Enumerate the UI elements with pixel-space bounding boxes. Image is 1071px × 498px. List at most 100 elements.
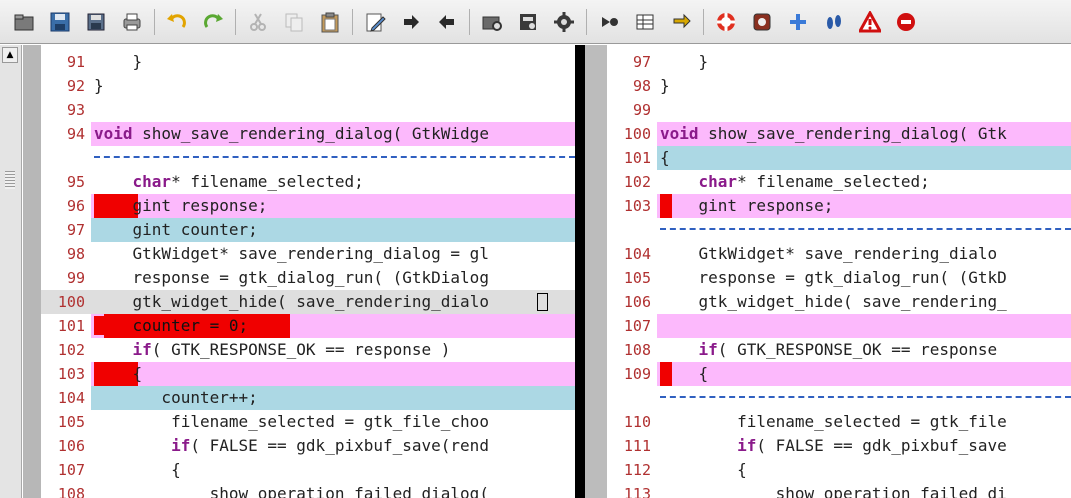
code-text[interactable]: { bbox=[660, 458, 747, 482]
right-line[interactable]: 101{ bbox=[607, 146, 1071, 170]
right-line[interactable]: 108 if( GTK_RESPONSE_OK == response bbox=[607, 338, 1071, 362]
code-text[interactable]: GtkWidget* save_rendering_dialog = gl bbox=[94, 242, 489, 266]
left-file-pane[interactable]: 91 } 92} 93 94 void show_save_rendering_dial… bbox=[41, 50, 575, 498]
left-line[interactable]: 93 bbox=[41, 98, 575, 122]
right-line[interactable]: 110 filename_selected = gtk_file bbox=[607, 410, 1071, 434]
open-folder-button[interactable] bbox=[11, 9, 37, 35]
code-text[interactable]: filename_selected = gtk_file_choo bbox=[94, 410, 489, 434]
left-line[interactable]: 92} bbox=[41, 74, 575, 98]
left-line[interactable]: 99 response = gtk_dialog_run( (GtkDialog bbox=[41, 266, 575, 290]
pane-splitter[interactable] bbox=[575, 45, 585, 498]
right-line[interactable]: 103 gint response; bbox=[607, 194, 1071, 218]
code-text[interactable]: } bbox=[94, 74, 104, 98]
help-button[interactable] bbox=[713, 9, 739, 35]
vertical-scrollbar[interactable]: ▲ bbox=[0, 45, 22, 498]
code-text[interactable]: { bbox=[660, 362, 709, 386]
footprints-button[interactable] bbox=[821, 9, 847, 35]
right-file-pane[interactable]: 97 } 98} 99 100 void show_save_rendering_dia… bbox=[607, 50, 1071, 498]
left-line[interactable]: 95 char* filename_selected; bbox=[41, 170, 575, 194]
add-button[interactable] bbox=[785, 9, 811, 35]
left-line[interactable]: 100 gtk_widget_hide( save_rendering_dial… bbox=[41, 290, 575, 314]
left-line[interactable]: 91 } bbox=[41, 50, 575, 74]
left-line[interactable]: 104 counter++; bbox=[41, 386, 575, 410]
code-text[interactable]: gint response; bbox=[94, 194, 268, 218]
left-line[interactable]: 103 { bbox=[41, 362, 575, 386]
code-text[interactable]: char* filename_selected; bbox=[660, 170, 930, 194]
scroll-up-arrow-icon[interactable]: ▲ bbox=[2, 47, 18, 63]
code-text[interactable]: { bbox=[94, 362, 143, 386]
code-text[interactable]: gint response; bbox=[660, 194, 834, 218]
code-text[interactable]: if( GTK_RESPONSE_OK == response bbox=[660, 338, 1007, 362]
right-line[interactable]: 98} bbox=[607, 74, 1071, 98]
copy-button[interactable] bbox=[281, 9, 307, 35]
code-text[interactable]: void show_save_rendering_dialog( Gtk bbox=[660, 122, 1007, 146]
cut-button[interactable] bbox=[245, 9, 271, 35]
sync-button[interactable] bbox=[668, 9, 694, 35]
left-line[interactable]: 107 { bbox=[41, 458, 575, 482]
code-text[interactable]: if( FALSE == gdk_pixbuf_save bbox=[660, 434, 1007, 458]
left-line[interactable]: 105 filename_selected = gtk_file_choo bbox=[41, 410, 575, 434]
paste-button[interactable] bbox=[317, 9, 343, 35]
bug-button[interactable] bbox=[749, 9, 775, 35]
right-location-gutter[interactable] bbox=[585, 45, 607, 498]
left-line[interactable]: 97 gint counter; bbox=[41, 218, 575, 242]
code-text[interactable]: { bbox=[94, 458, 181, 482]
right-line[interactable]: 109 { bbox=[607, 362, 1071, 386]
left-line[interactable]: 101 counter = 0; bbox=[41, 314, 575, 338]
left-line[interactable]: 106 if( FALSE == gdk_pixbuf_save(rend bbox=[41, 434, 575, 458]
code-text[interactable]: response = gtk_dialog_run( (GtkDialog bbox=[94, 266, 489, 290]
code-text[interactable]: if( GTK_RESPONSE_OK == response ) bbox=[94, 338, 451, 362]
code-text[interactable]: counter++; bbox=[94, 386, 257, 410]
code-text[interactable]: } bbox=[660, 50, 709, 74]
folder-compare-button[interactable] bbox=[479, 9, 505, 35]
print-button[interactable] bbox=[119, 9, 145, 35]
save-all-button[interactable] bbox=[83, 9, 109, 35]
scrollbar-grip[interactable] bbox=[5, 171, 15, 189]
left-line[interactable]: 96 gint response; bbox=[41, 194, 575, 218]
left-line[interactable]: 94 void show_save_rendering_dialog( GtkWi… bbox=[41, 122, 575, 146]
undo-button[interactable] bbox=[164, 9, 190, 35]
right-line[interactable]: 100 void show_save_rendering_dialog( Gtk bbox=[607, 122, 1071, 146]
right-line[interactable]: 105 response = gtk_dialog_run( (GtkD bbox=[607, 266, 1071, 290]
code-text[interactable]: show_operation_failed_di bbox=[660, 482, 1007, 498]
right-line[interactable]: 104 GtkWidget* save_rendering_dialo bbox=[607, 242, 1071, 266]
right-line[interactable]: 102 char* filename_selected; bbox=[607, 170, 1071, 194]
edit-button[interactable] bbox=[362, 9, 388, 35]
options-button[interactable] bbox=[515, 9, 541, 35]
table-button[interactable] bbox=[632, 9, 658, 35]
stop-button[interactable] bbox=[893, 9, 919, 35]
code-text[interactable]: filename_selected = gtk_file bbox=[660, 410, 1007, 434]
save-button[interactable] bbox=[47, 9, 73, 35]
merge-button[interactable] bbox=[596, 9, 622, 35]
left-location-gutter[interactable] bbox=[23, 45, 41, 498]
code-text[interactable]: GtkWidget* save_rendering_dialo bbox=[660, 242, 998, 266]
right-line[interactable]: 113 show_operation_failed_di bbox=[607, 482, 1071, 498]
left-line[interactable]: 98 GtkWidget* save_rendering_dialog = gl bbox=[41, 242, 575, 266]
left-line[interactable]: 102 if( GTK_RESPONSE_OK == response ) bbox=[41, 338, 575, 362]
left-line[interactable]: 108 show_operation_failed_dialog( bbox=[41, 482, 575, 498]
previous-difference-button[interactable] bbox=[434, 9, 460, 35]
right-line[interactable]: 107 bbox=[607, 314, 1071, 338]
code-text[interactable]: show_operation_failed_dialog( bbox=[94, 482, 489, 498]
code-text[interactable]: void show_save_rendering_dialog( GtkWidg… bbox=[94, 122, 489, 146]
code-text[interactable]: } bbox=[660, 74, 670, 98]
code-text[interactable]: counter = 0; bbox=[94, 314, 249, 338]
code-text[interactable]: response = gtk_dialog_run( (GtkD bbox=[660, 266, 1007, 290]
code-text[interactable]: { bbox=[660, 146, 670, 170]
code-text[interactable]: gtk_widget_hide( save_rendering_ bbox=[660, 290, 1007, 314]
code-text[interactable]: char* filename_selected; bbox=[94, 170, 364, 194]
code-text[interactable]: gint counter; bbox=[94, 218, 258, 242]
right-line[interactable]: 99 bbox=[607, 98, 1071, 122]
settings-button[interactable] bbox=[551, 9, 577, 35]
keyword-token: char bbox=[132, 172, 172, 191]
right-line[interactable]: 106 gtk_widget_hide( save_rendering_ bbox=[607, 290, 1071, 314]
code-text[interactable]: if( FALSE == gdk_pixbuf_save(rend bbox=[94, 434, 489, 458]
right-line[interactable]: 97 } bbox=[607, 50, 1071, 74]
right-line[interactable]: 112 { bbox=[607, 458, 1071, 482]
redo-button[interactable] bbox=[200, 9, 226, 35]
right-line[interactable]: 111 if( FALSE == gdk_pixbuf_save bbox=[607, 434, 1071, 458]
next-difference-button[interactable] bbox=[398, 9, 424, 35]
code-text[interactable]: } bbox=[94, 50, 143, 74]
warning-button[interactable] bbox=[857, 9, 883, 35]
code-text[interactable]: gtk_widget_hide( save_rendering_dialo bbox=[94, 290, 489, 314]
